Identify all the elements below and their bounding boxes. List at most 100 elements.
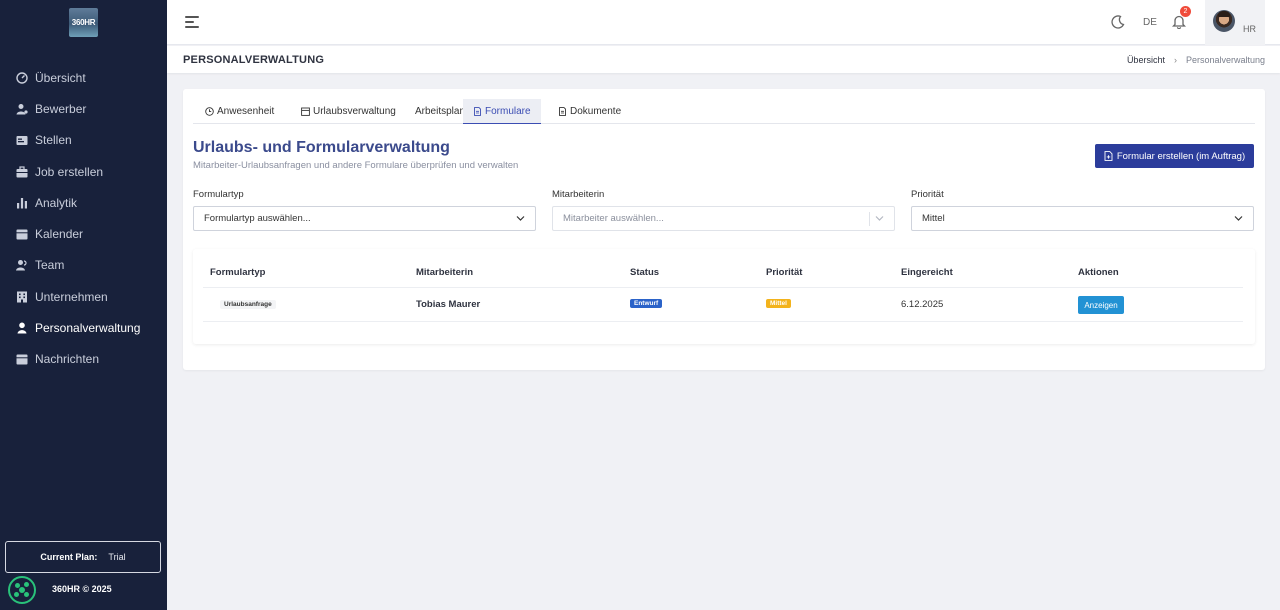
tab-bar: Anwesenheit Urlaubsverwaltung Arbeitspla… bbox=[193, 99, 1255, 124]
avatar bbox=[1213, 10, 1235, 32]
sidebar-item-analytik[interactable]: Analytik bbox=[0, 187, 167, 218]
table-row[interactable]: Urlaubsanfrage Tobias Maurer Entwurf Mit… bbox=[203, 287, 1243, 322]
sidebar-item-label: Job erstellen bbox=[35, 164, 104, 179]
person-icon bbox=[17, 322, 27, 334]
column-header-aktionen: Aktionen bbox=[1078, 267, 1119, 278]
team-icon bbox=[16, 260, 27, 271]
calendar-icon bbox=[301, 107, 310, 116]
section-heading: Urlaubs- und Formularverwaltung bbox=[193, 139, 450, 156]
filter-employee-label: Mitarbeiterin bbox=[552, 189, 605, 200]
select-divider bbox=[869, 212, 870, 226]
filter-type-label: Formulartyp bbox=[193, 189, 244, 200]
section-subheading: Mitarbeiter-Urlaubsanfragen und andere F… bbox=[193, 160, 519, 171]
message-icon bbox=[16, 354, 28, 365]
calendar-icon bbox=[16, 229, 28, 240]
menu-toggle-icon[interactable] bbox=[185, 15, 200, 28]
priority-select[interactable]: Mittel bbox=[911, 206, 1254, 231]
page-title: PERSONALVERWALTUNG bbox=[183, 54, 325, 66]
forms-card: Anwesenheit Urlaubsverwaltung Arbeitspla… bbox=[183, 89, 1265, 370]
chevron-right-icon: › bbox=[1173, 55, 1177, 65]
tab-label: Anwesenheit bbox=[217, 106, 275, 117]
user-role: HR bbox=[1243, 24, 1256, 34]
user-menu[interactable]: HR bbox=[1205, 0, 1265, 45]
filter-priority-label: Priorität bbox=[911, 189, 944, 200]
document-add-icon bbox=[1104, 151, 1113, 161]
plan-label: Current Plan: bbox=[40, 552, 98, 562]
sidebar-item-label: Team bbox=[35, 258, 65, 273]
current-plan-box[interactable]: Current Plan: Trial bbox=[5, 541, 161, 573]
building-icon bbox=[17, 291, 27, 303]
sidebar-item-team[interactable]: Team bbox=[0, 250, 167, 281]
status-badge: Entwurf bbox=[630, 299, 663, 308]
breadcrumb-item-current: Personalverwaltung bbox=[1185, 55, 1265, 65]
bar-chart-icon bbox=[17, 197, 27, 209]
sidebar-item-kalender[interactable]: Kalender bbox=[0, 218, 167, 249]
document-icon bbox=[474, 106, 481, 116]
tab-label: Arbeitsplan bbox=[415, 106, 466, 117]
clock-icon bbox=[205, 107, 214, 116]
footer-copyright: 360HR © 2025 bbox=[52, 584, 112, 594]
sidebar: 360HR Übersicht Bewerber Stellen Job ers… bbox=[0, 0, 167, 610]
tab-label: Dokumente bbox=[570, 106, 622, 117]
tab-formulare[interactable]: Formulare bbox=[463, 99, 541, 124]
sidebar-item-personalverwaltung[interactable]: Personalverwaltung bbox=[0, 312, 167, 343]
column-header-eingereicht: Eingereicht bbox=[901, 267, 953, 278]
tab-dokumente[interactable]: Dokumente bbox=[548, 99, 631, 124]
briefcase-icon bbox=[16, 136, 28, 146]
user-icon bbox=[16, 103, 28, 115]
brand-icon bbox=[8, 576, 36, 604]
form-type-select[interactable]: Formulartyp auswählen... bbox=[193, 206, 536, 231]
column-header-mitarbeiterin: Mitarbeiterin bbox=[416, 267, 474, 278]
sidebar-nav: Übersicht Bewerber Stellen Job erstellen… bbox=[0, 62, 167, 375]
dashboard-icon bbox=[16, 71, 28, 84]
sidebar-item-label: Analytik bbox=[35, 195, 78, 210]
column-header-prioritaet: Priorität bbox=[766, 267, 803, 278]
forms-table: Formulartyp Mitarbeiterin Status Priorit… bbox=[193, 249, 1255, 344]
priority-badge: Mittel bbox=[766, 299, 791, 308]
tab-label: Formulare bbox=[485, 105, 531, 117]
job-create-icon bbox=[16, 165, 28, 178]
employee-placeholder: Mitarbeiter auswählen... bbox=[563, 213, 664, 224]
create-form-label: Formular erstellen (im Auftrag) bbox=[1116, 150, 1246, 162]
language-switch[interactable]: DE bbox=[1143, 17, 1157, 28]
sidebar-item-label: Nachrichten bbox=[35, 352, 100, 367]
breadcrumb: Übersicht › Personalverwaltung bbox=[1127, 55, 1265, 65]
topbar: DE 2 HR bbox=[167, 0, 1280, 45]
sidebar-item-label: Personalverwaltung bbox=[35, 321, 141, 336]
form-type-value: Formulartyp auswählen... bbox=[204, 213, 311, 224]
sidebar-item-nachrichten[interactable]: Nachrichten bbox=[0, 344, 167, 375]
sidebar-item-stellen[interactable]: Stellen bbox=[0, 125, 167, 156]
sidebar-item-label: Bewerber bbox=[35, 101, 87, 116]
tab-label: Urlaubsverwaltung bbox=[313, 106, 396, 117]
view-button[interactable]: Anzeigen bbox=[1078, 296, 1124, 314]
column-header-formulartyp: Formulartyp bbox=[210, 267, 266, 278]
sidebar-item-unternehmen[interactable]: Unternehmen bbox=[0, 281, 167, 312]
sidebar-item-bewerber[interactable]: Bewerber bbox=[0, 93, 167, 124]
page-header: PERSONALVERWALTUNG Übersicht › Personalv… bbox=[167, 46, 1280, 73]
tab-urlaubsverwaltung[interactable]: Urlaubsverwaltung bbox=[291, 99, 406, 124]
chevron-down-icon bbox=[516, 216, 525, 221]
column-header-status: Status bbox=[630, 267, 660, 278]
app-logo[interactable]: 360HR bbox=[69, 8, 98, 37]
logo-text: 360HR bbox=[71, 18, 96, 27]
notification-badge: 2 bbox=[1180, 6, 1191, 17]
sidebar-item-label: Unternehmen bbox=[35, 289, 108, 304]
sidebar-item-label: Übersicht bbox=[35, 70, 86, 85]
sidebar-item-label: Stellen bbox=[35, 133, 72, 148]
form-type-badge: Urlaubsanfrage bbox=[220, 300, 276, 309]
priority-value: Mittel bbox=[922, 213, 945, 224]
chevron-down-icon bbox=[875, 216, 884, 221]
sidebar-item-uebersicht[interactable]: Übersicht bbox=[0, 62, 167, 93]
employee-select[interactable]: Mitarbeiter auswählen... bbox=[552, 206, 895, 231]
dark-mode-icon[interactable] bbox=[1111, 15, 1125, 29]
chevron-down-icon bbox=[1234, 216, 1243, 221]
sidebar-item-label: Kalender bbox=[35, 227, 84, 242]
plan-value: Trial bbox=[108, 552, 126, 562]
sidebar-item-job-erstellen[interactable]: Job erstellen bbox=[0, 156, 167, 187]
breadcrumb-item-uebersicht[interactable]: Übersicht bbox=[1127, 55, 1165, 65]
tab-anwesenheit[interactable]: Anwesenheit bbox=[195, 99, 284, 124]
submitted-date: 6.12.2025 bbox=[901, 299, 944, 310]
employee-name: Tobias Maurer bbox=[416, 299, 481, 310]
create-form-button[interactable]: Formular erstellen (im Auftrag) bbox=[1095, 144, 1254, 168]
document-icon bbox=[559, 107, 566, 116]
